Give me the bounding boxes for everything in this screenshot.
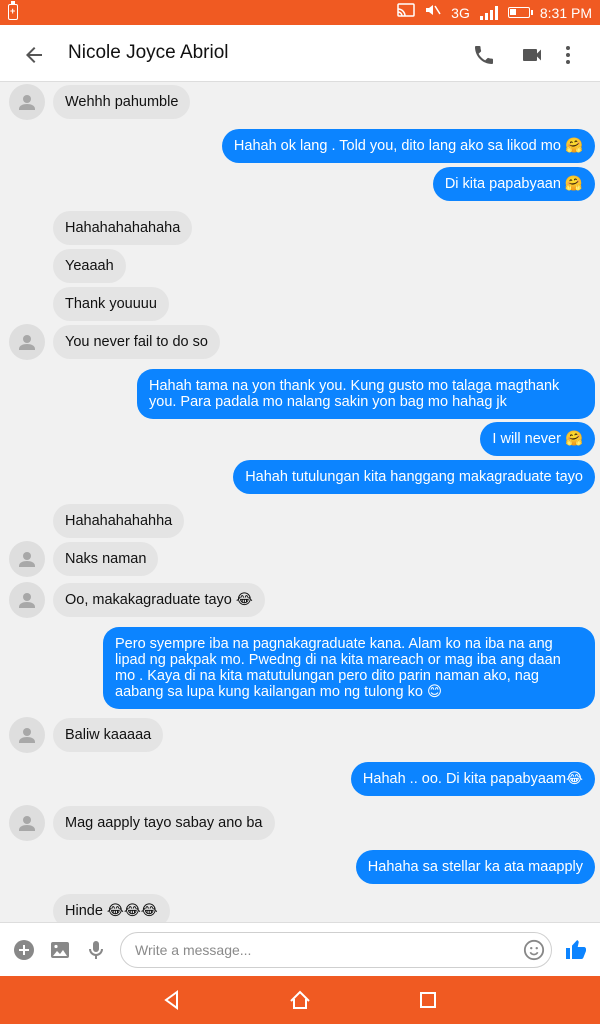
outgoing-message[interactable]: I will never 🤗 [480,422,595,456]
contact-avatar[interactable] [9,541,45,577]
outgoing-message[interactable]: Hahah ok lang . Told you, dito lang ako … [221,129,595,163]
incoming-message[interactable]: Mag aapply tayo sabay ano ba [53,806,275,840]
incoming-message[interactable]: Hahahahahahaha [53,211,193,245]
phone-icon[interactable] [472,43,496,67]
outgoing-message[interactable]: Hahah tama na yon thank you. Kung gusto … [137,369,595,419]
status-right: 3G 8:31 PM [397,0,592,25]
incoming-message[interactable]: Thank youuuu [53,287,169,321]
add-circle-icon[interactable] [12,938,36,962]
message-list[interactable]: Wehhh pahumble Hahah ok lang . Told you,… [0,82,600,922]
outgoing-message[interactable]: Pero syempre iba na pagnakagraduate kana… [103,627,595,709]
incoming-message[interactable]: Hahahahahahha [53,504,185,538]
message-composer [0,922,600,976]
contact-name[interactable]: Nicole Joyce Abriol [68,42,229,64]
signal-icon [479,5,498,20]
incoming-message[interactable]: Baliw kaaaaa [53,718,164,752]
conversation-header: Nicole Joyce Abriol [0,25,600,82]
message-input-box[interactable] [120,932,552,968]
video-call-icon[interactable] [520,43,544,67]
emoji-icon[interactable] [523,939,545,961]
nav-home-icon[interactable] [288,988,312,1012]
incoming-message[interactable]: Yeaaah [53,249,126,283]
incoming-message[interactable]: Hinde 😂😂😂 [53,894,170,922]
charging-icon: + [8,1,18,20]
incoming-message[interactable]: You never fail to do so [53,325,220,359]
back-arrow-icon[interactable] [22,43,46,67]
contact-avatar[interactable] [9,84,45,120]
contact-avatar[interactable] [9,324,45,360]
cast-icon [397,0,415,25]
gallery-icon[interactable] [48,938,72,962]
outgoing-message[interactable]: Di kita papabyaan 🤗 [432,167,595,201]
mute-icon [425,0,441,25]
incoming-message[interactable]: Naks naman [53,542,159,576]
incoming-message[interactable]: Wehhh pahumble [53,85,191,119]
battery-icon [507,7,533,18]
microphone-icon[interactable] [84,938,108,962]
outgoing-message[interactable]: Hahah .. oo. Di kita papabyaam😂 [350,762,595,796]
contact-avatar[interactable] [9,805,45,841]
status-bar: + 3G 8:31 PM [0,0,600,25]
nav-recents-icon[interactable] [416,988,440,1012]
more-options-icon[interactable] [556,43,580,67]
contact-avatar[interactable] [9,582,45,618]
message-input[interactable] [135,942,515,958]
outgoing-message[interactable]: Hahaha sa stellar ka ata maapply [355,850,595,884]
outgoing-message[interactable]: Hahah tutulungan kita hanggang makagradu… [233,460,595,494]
contact-avatar[interactable] [9,717,45,753]
status-time: 8:31 PM [539,4,592,21]
nav-back-icon[interactable] [160,988,184,1012]
incoming-message[interactable]: Oo, makakagraduate tayo 😂 [53,583,265,617]
thumbs-up-icon[interactable] [564,938,588,962]
network-label: 3G [451,4,470,21]
system-nav-bar [0,976,600,1024]
